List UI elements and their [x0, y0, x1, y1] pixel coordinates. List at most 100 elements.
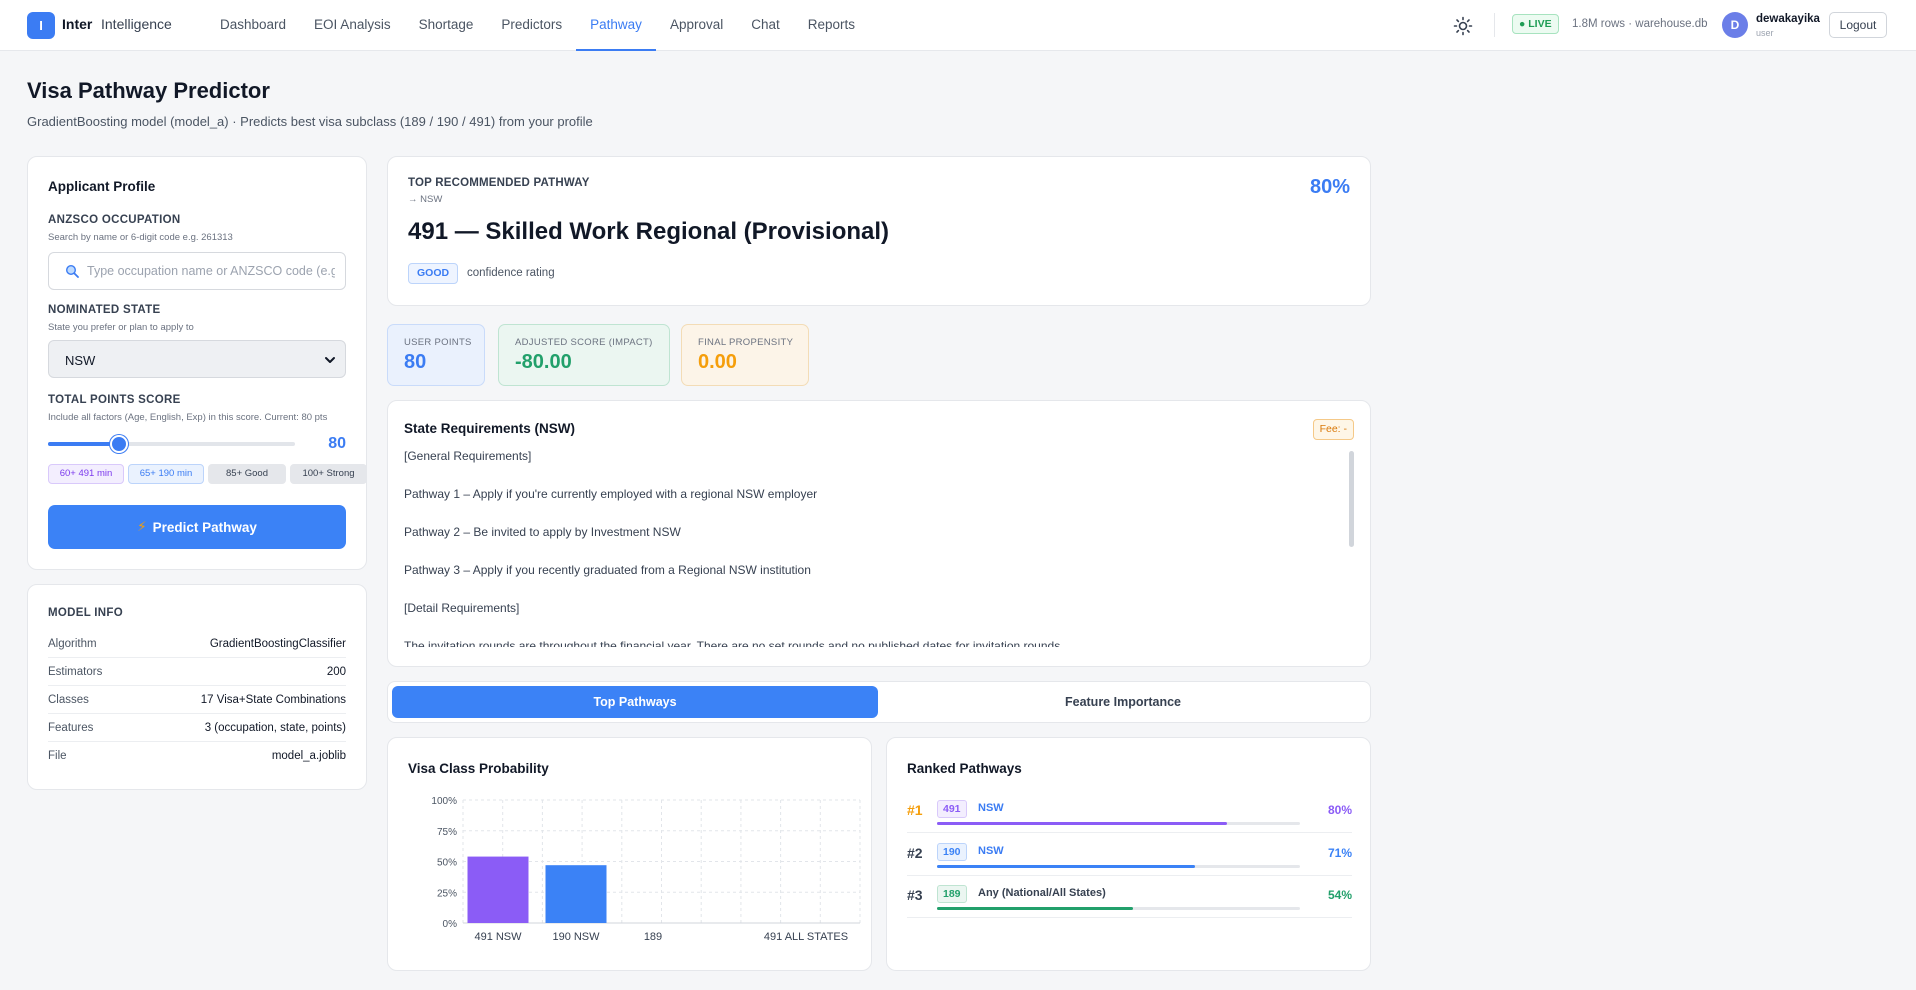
requirement-line: Pathway 2 – Be invited to apply by Inves… — [404, 525, 681, 539]
model-info-value: 200 — [326, 665, 346, 678]
requirements-title: State Requirements (NSW) — [404, 421, 576, 436]
nav-item-approval[interactable]: Approval — [656, 0, 737, 51]
rank-state: NSW — [978, 845, 1004, 857]
visa-probability-card: Visa Class Probability 0% 25% 50% 75% 100% 49… — [387, 737, 872, 971]
points-slider[interactable] — [48, 435, 295, 453]
visa-code-badge: 190 — [937, 843, 967, 861]
probability-chart: 0% 25% 50% 75% 100% 491 NSW 190 NSW 189 491 ALL … — [431, 796, 861, 943]
state-requirements-card: State Requirements (NSW) Fee: - [General… — [387, 400, 1371, 667]
stat-card: FINAL PROPENSITY 0.00 — [681, 324, 809, 386]
nav-item-reports[interactable]: Reports — [794, 0, 869, 51]
nav-item-predictors[interactable]: Predictors — [487, 0, 576, 51]
applicant-profile-card: Applicant Profile ANZSCO OCCUPATION Sear… — [27, 156, 367, 570]
x-tick-label: 189 — [644, 931, 662, 943]
model-info-row: Estimators 200 — [48, 658, 346, 686]
requirement-line: Pathway 3 – Apply if you recently gradua… — [404, 563, 811, 577]
rank-number: #3 — [907, 887, 923, 903]
rank-divider — [907, 875, 1352, 876]
visa-code-badge: 491 — [937, 800, 967, 818]
model-info-row: Classes 17 Visa+State Combinations — [48, 686, 346, 714]
requirement-line: Pathway 1 – Apply if you're currently em… — [404, 487, 818, 501]
y-tick-label: 75% — [437, 827, 457, 838]
model-info-key: Estimators — [48, 665, 103, 678]
fee-badge: Fee: - — [1312, 419, 1354, 440]
bar — [467, 856, 529, 923]
rank-bar-fill — [937, 907, 1134, 910]
rank-state: NSW — [978, 802, 1004, 814]
y-tick-label: 25% — [437, 888, 457, 899]
page-subtitle: GradientBoosting model (model_a) · Predi… — [27, 114, 593, 129]
requirements-scrollbar[interactable] — [1349, 451, 1354, 547]
requirement-line: [General Requirements] — [404, 449, 532, 463]
model-info-key: File — [48, 750, 67, 762]
tab-top-pathways[interactable]: Top Pathways — [392, 686, 878, 718]
main-nav: Dashboard EOI Analysis Shortage Predictors P… — [206, 0, 869, 51]
model-info-title: MODEL INFO — [48, 607, 123, 619]
tab-feature-importance[interactable]: Feature Importance — [880, 686, 1366, 718]
y-tick-label: 50% — [437, 858, 457, 869]
occupation-hint: Search by name or 6-digit code e.g. 2613… — [48, 232, 233, 243]
header-divider — [1494, 13, 1495, 37]
recommendation-percent: 80% — [1309, 176, 1350, 198]
rank-percent: 80% — [1327, 803, 1352, 817]
profile-title: Applicant Profile — [48, 179, 156, 194]
rank-number: #2 — [907, 845, 923, 861]
requirements-body[interactable]: [General Requirements] Pathway 1 – Apply … — [404, 449, 1322, 647]
model-info-card: MODEL INFO Algorithm GradientBoostingClas… — [27, 584, 367, 790]
model-info-row: Features 3 (occupation, state, points) — [48, 714, 346, 742]
stat-label: FINAL PROPENSITY — [698, 337, 794, 348]
model-info-key: Classes — [48, 693, 89, 706]
points-chip: 85+ Good — [208, 464, 286, 484]
stat-value: 80 — [404, 351, 427, 373]
recommendation-title: 491 — Skilled Work Regional (Provisional… — [408, 218, 890, 245]
sun-icon[interactable] — [1453, 16, 1473, 36]
top-bar: I Inter Intelligence Dashboard EOI Analys… — [0, 0, 1916, 51]
ranked-title: Ranked Pathways — [907, 761, 1022, 776]
rank-number: #1 — [907, 802, 923, 818]
rank-state: Any (National/All States) — [978, 887, 1106, 899]
predict-label: Predict Pathway — [152, 519, 257, 535]
occupation-search — [48, 252, 346, 290]
rank-bar-fill — [937, 822, 1228, 825]
chevron-down-icon — [325, 357, 335, 363]
brand-name: Inter — [62, 16, 93, 32]
ranked-row[interactable]: #3 189 Any (National/All States) 54% — [907, 885, 1352, 918]
model-info-key: Algorithm — [48, 637, 97, 650]
state-select-value: NSW — [65, 353, 96, 368]
logout-button[interactable]: Logout — [1829, 12, 1887, 38]
y-tick-label: 100% — [431, 796, 457, 807]
occupation-input[interactable] — [87, 261, 335, 281]
stat-value: 0.00 — [698, 351, 737, 373]
nav-item-pathway[interactable]: Pathway — [576, 0, 656, 51]
nav-item-chat[interactable]: Chat — [737, 0, 794, 51]
page-title: Visa Pathway Predictor — [27, 78, 270, 103]
confidence-badge: GOOD — [408, 263, 459, 284]
rank-divider — [907, 832, 1352, 833]
nav-item-shortage[interactable]: Shortage — [405, 0, 488, 51]
rank-percent: 54% — [1327, 888, 1352, 902]
result-tabs: Top Pathways Feature Importance — [387, 681, 1371, 723]
model-info-table: Algorithm GradientBoostingClassifier Estim… — [48, 630, 346, 770]
stat-label: USER POINTS — [404, 337, 472, 348]
avatar[interactable]: D — [1722, 12, 1748, 38]
search-icon — [65, 264, 79, 278]
points-chip: 65+ 190 min — [128, 464, 204, 484]
ranked-row[interactable]: #2 190 NSW 71% — [907, 843, 1352, 876]
requirement-line: [Detail Requirements] — [404, 601, 520, 615]
rank-bar — [937, 865, 1300, 868]
slider-thumb[interactable] — [109, 435, 128, 453]
brand-suffix: Intelligence — [101, 16, 172, 32]
nav-item-eoi-analysis[interactable]: EOI Analysis — [300, 0, 405, 51]
rank-bar-fill — [937, 865, 1195, 868]
bolt-icon: ⚡ — [137, 519, 147, 534]
points-hint: Include all factors (Age, English, Exp) … — [48, 412, 328, 423]
state-label: NOMINATED STATE — [48, 304, 161, 316]
points-chip: 60+ 491 min — [48, 464, 124, 484]
ranked-row[interactable]: #1 491 NSW 80% — [907, 800, 1352, 833]
ranked-pathways-card: Ranked Pathways #1 491 NSW 80% #2 190 NSW 71% #3… — [886, 737, 1371, 971]
nav-item-dashboard[interactable]: Dashboard — [206, 0, 300, 51]
requirement-line: The invitation rounds are throughout the… — [404, 639, 1064, 647]
y-tick-label: 0% — [443, 919, 458, 930]
state-select[interactable]: NSW — [48, 340, 346, 378]
predict-pathway-button[interactable]: ⚡ Predict Pathway — [48, 505, 346, 549]
